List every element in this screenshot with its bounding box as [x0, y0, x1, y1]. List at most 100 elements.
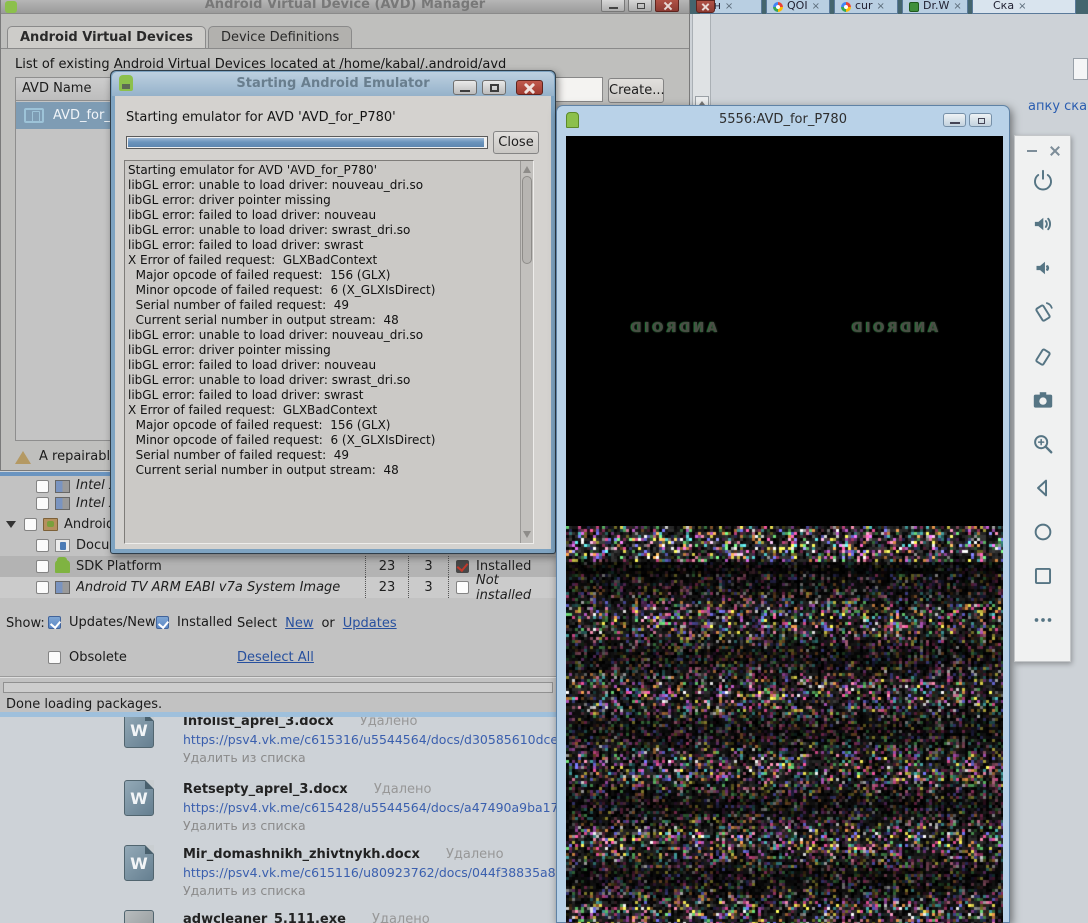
file-icon-letter: W	[130, 854, 148, 873]
download-status: Удалено	[374, 782, 432, 797]
camera-icon[interactable]	[1029, 386, 1057, 414]
background-window-close-icon[interactable]	[696, 0, 715, 13]
scroll-down-icon[interactable]	[523, 531, 531, 540]
sdk-package-row[interactable]: SDK Platform 23 3 Installed	[0, 556, 557, 577]
package-name: Android	[64, 517, 114, 532]
volume-down-icon[interactable]	[1029, 254, 1057, 282]
android-boot-logo: ANDROID	[849, 321, 938, 336]
dialog-titlebar[interactable]: Starting Android Emulator	[112, 72, 554, 96]
package-checkbox[interactable]	[36, 539, 49, 552]
panel-close-icon[interactable]	[1048, 144, 1061, 157]
download-url-link[interactable]: https://psv4.vk.me/c615428/u5544564/docs…	[183, 800, 560, 815]
dialog-close-button[interactable]: Close	[493, 131, 539, 154]
install-status-label: Not installed	[476, 573, 557, 603]
starting-emulator-dialog: Starting Android Emulator Starting emula…	[110, 70, 556, 554]
panel-minimize-icon[interactable]	[1027, 150, 1037, 152]
obsolete-checkbox[interactable]	[48, 651, 61, 664]
close-button[interactable]	[516, 80, 543, 95]
download-filename[interactable]: Mir_domashnikh_zhivtnykh.docx	[183, 847, 420, 862]
download-filename[interactable]: Retsepty_aprel_3.docx	[183, 782, 348, 797]
download-url-link[interactable]: https://psv4.vk.me/c615316/u5544564/docs…	[183, 732, 560, 747]
log-scrollbar[interactable]	[520, 161, 533, 543]
emulator-screen[interactable]: ANDROID ANDROID	[566, 136, 1003, 923]
rotate-right-icon[interactable]	[1029, 342, 1057, 370]
warning-icon	[15, 443, 31, 464]
download-url-link[interactable]: https://psv4.vk.me/c615116/u80923762/doc…	[183, 865, 560, 880]
emulator-control-panel	[1014, 135, 1071, 662]
back-icon[interactable]	[1029, 474, 1057, 502]
tab-close-icon[interactable]: ×	[1018, 1, 1026, 12]
more-options-icon[interactable]	[1029, 606, 1057, 634]
browser-tab[interactable]: QOI ×	[766, 0, 830, 14]
avd-manager-titlebar[interactable]: Android Virtual Device (AVD) Manager	[1, 0, 689, 14]
filter-updates-new[interactable]: Updates/New	[48, 615, 156, 630]
avd-search-field[interactable]	[550, 77, 603, 102]
close-button[interactable]	[655, 0, 679, 12]
remove-from-list-link[interactable]: Удалить из списка	[183, 750, 306, 765]
file-type-icon	[124, 910, 154, 923]
tab-device-definitions[interactable]: Device Definitions	[208, 26, 352, 49]
minimize-button[interactable]	[453, 80, 477, 95]
browser-scrollbar[interactable]	[692, 14, 711, 108]
tab-close-icon[interactable]: ×	[812, 1, 820, 12]
or-label: or	[321, 616, 334, 631]
package-type-icon	[43, 518, 58, 531]
rotate-left-icon[interactable]	[1029, 298, 1057, 326]
create-avd-button[interactable]: Create...	[608, 78, 664, 103]
log-line: X Error of failed request: GLXBadContext	[128, 253, 517, 268]
emulator-titlebar[interactable]: 5556:AVD_for_P780	[557, 106, 1009, 134]
scroll-up-icon[interactable]	[523, 164, 531, 173]
scroll-thumb[interactable]	[522, 176, 532, 264]
sdk-package-row[interactable]: Android TV ARM EABI v7a System Image 23 …	[0, 577, 557, 598]
emulator-window: 5556:AVD_for_P780 ANDROID ANDROID	[556, 105, 1010, 923]
maximize-button[interactable]	[482, 80, 506, 95]
installed-checkbox[interactable]	[156, 616, 169, 629]
maximize-button[interactable]	[628, 0, 652, 12]
deselect-all-link[interactable]: Deselect All	[237, 650, 314, 665]
filter-installed[interactable]: Installed	[156, 615, 232, 630]
device-icon	[24, 108, 44, 123]
browser-tab-downloads[interactable]: Ска ×	[972, 0, 1076, 14]
google-favicon	[841, 2, 851, 12]
overview-icon[interactable]	[1029, 562, 1057, 590]
package-checkbox[interactable]	[24, 518, 37, 531]
home-icon[interactable]	[1029, 518, 1057, 546]
remove-from-list-link[interactable]: Удалить из списка	[183, 883, 306, 898]
zoom-icon[interactable]	[1029, 430, 1057, 458]
desktop: он × QOI × cur × Dr.W × Ска × апку скача…	[0, 0, 1088, 923]
log-line: libGL error: unable to load driver: swra…	[128, 223, 517, 238]
download-filename[interactable]: adwcleaner_5.111.exe	[183, 912, 346, 923]
browser-tab[interactable]: cur ×	[834, 0, 898, 14]
emulator-log-area[interactable]: Starting emulator for AVD 'AVD_for_P780'…	[124, 160, 534, 544]
tab-android-virtual-devices[interactable]: Android Virtual Devices	[7, 26, 206, 49]
remove-from-list-link[interactable]: Удалить из списка	[183, 818, 306, 833]
log-line: Major opcode of failed request: 156 (GLX…	[128, 418, 517, 433]
maximize-button[interactable]	[969, 113, 992, 127]
tab-close-icon[interactable]: ×	[953, 1, 961, 12]
package-checkbox[interactable]	[36, 480, 49, 493]
select-updates-link[interactable]: Updates	[343, 616, 397, 631]
tab-close-icon[interactable]: ×	[877, 1, 885, 12]
open-downloads-folder-link[interactable]: апку скачанны	[1028, 99, 1088, 114]
package-type-icon	[55, 480, 70, 493]
tab-label: Dr.W	[923, 0, 949, 12]
progress-fill	[128, 138, 484, 147]
power-icon[interactable]	[1029, 166, 1057, 194]
minimize-button[interactable]	[943, 113, 966, 127]
volume-up-icon[interactable]	[1029, 210, 1057, 238]
minimize-button[interactable]	[601, 0, 625, 12]
installed-label: Installed	[177, 615, 232, 630]
package-checkbox[interactable]	[36, 581, 49, 594]
tab-close-icon[interactable]: ×	[725, 1, 733, 12]
package-checkbox[interactable]	[36, 560, 49, 573]
filter-obsolete[interactable]: Obsolete	[48, 650, 127, 665]
updates-new-checkbox[interactable]	[48, 616, 61, 629]
browser-tab[interactable]: Dr.W ×	[902, 0, 968, 14]
file-type-icon: W	[124, 780, 154, 816]
corrupted-framebuffer-noise	[566, 526, 1003, 923]
package-type-icon	[55, 581, 70, 594]
select-new-link[interactable]: New	[285, 616, 313, 631]
package-checkbox[interactable]	[36, 497, 49, 510]
partial-button[interactable]	[1073, 58, 1088, 80]
tree-expander-icon[interactable]	[6, 521, 16, 533]
